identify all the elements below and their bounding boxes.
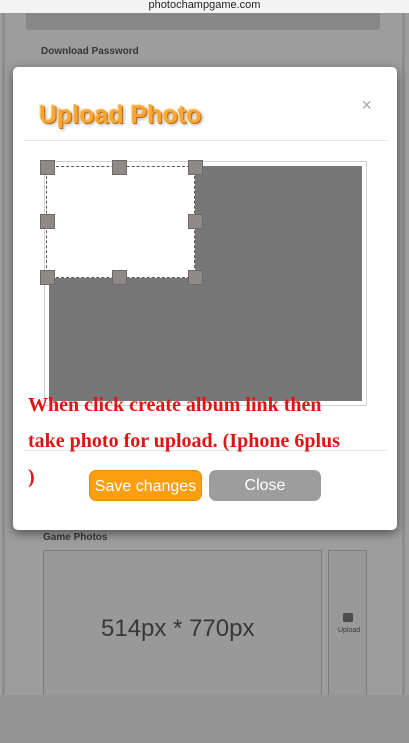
crop-handle-top-right[interactable]	[188, 160, 203, 175]
header-divider	[23, 140, 387, 141]
close-icon[interactable]: ×	[361, 95, 372, 116]
close-button[interactable]: Close	[209, 470, 321, 501]
crop-selection[interactable]	[46, 166, 195, 278]
url-text: photochampgame.com	[148, 0, 261, 11]
crop-handle-right[interactable]	[188, 214, 203, 229]
crop-handle-bottom-right[interactable]	[188, 270, 203, 285]
crop-handle-top[interactable]	[112, 160, 127, 175]
crop-handle-top-left[interactable]	[40, 160, 55, 175]
modal-title: Upload Photo	[39, 101, 202, 129]
address-bar[interactable]: photochampgame.com	[0, 0, 409, 13]
crop-handle-left[interactable]	[40, 214, 55, 229]
crop-area[interactable]	[40, 160, 367, 406]
upload-photo-modal: Upload Photo × When click create album l…	[13, 67, 397, 530]
crop-handle-bottom-left[interactable]	[40, 270, 55, 285]
save-changes-button[interactable]: Save changes	[89, 470, 202, 501]
crop-handle-bottom[interactable]	[112, 270, 127, 285]
